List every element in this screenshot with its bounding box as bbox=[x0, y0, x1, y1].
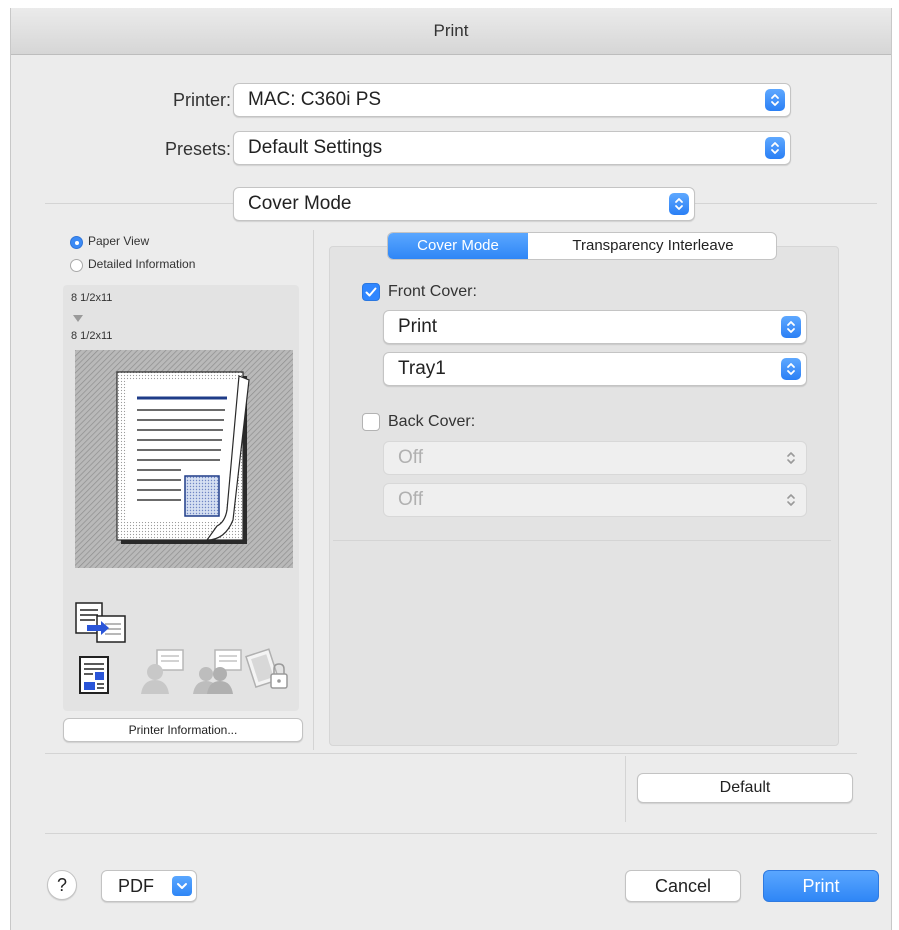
printer-value: MAC: C360i PS bbox=[248, 89, 382, 110]
users-message-icon bbox=[193, 648, 245, 699]
lower-separator bbox=[45, 753, 857, 754]
printer-select[interactable]: MAC: C360i PS bbox=[233, 83, 791, 117]
chevron-updown-icon bbox=[765, 137, 785, 159]
front-cover-tray-value: Tray1 bbox=[398, 358, 446, 379]
back-cover-tray-select[interactable]: Off bbox=[383, 483, 807, 517]
front-cover-tray-select[interactable]: Tray1 bbox=[383, 352, 807, 386]
back-cover-label: Back Cover: bbox=[388, 413, 476, 430]
paper-view-label: Paper View bbox=[88, 234, 150, 248]
printer-information-button[interactable]: Printer Information... bbox=[63, 718, 303, 742]
printer-label: Printer: bbox=[172, 90, 231, 110]
print-button[interactable]: Print bbox=[763, 870, 879, 902]
chevron-updown-icon bbox=[781, 489, 801, 511]
front-cover-mode-value: Print bbox=[398, 316, 438, 337]
chevron-updown-icon bbox=[781, 316, 801, 338]
presets-select[interactable]: Default Settings bbox=[233, 131, 791, 165]
pdf-menu-button[interactable]: PDF bbox=[101, 870, 197, 902]
page-preview bbox=[75, 350, 293, 568]
chevron-down-icon bbox=[172, 876, 192, 896]
tab-cover-mode[interactable]: Cover Mode bbox=[388, 233, 528, 259]
default-button[interactable]: Default bbox=[637, 773, 853, 803]
chevron-updown-icon bbox=[781, 358, 801, 380]
window-title: Print bbox=[11, 8, 891, 55]
front-cover-mode-select[interactable]: Print bbox=[383, 310, 807, 344]
back-cover-checkbox[interactable] bbox=[362, 413, 380, 431]
document-layout-icon bbox=[79, 656, 111, 701]
back-cover-mode-value: Off bbox=[398, 447, 423, 468]
section-select[interactable]: Cover Mode bbox=[233, 187, 695, 221]
help-button[interactable]: ? bbox=[47, 870, 77, 900]
chevron-updown-icon bbox=[765, 89, 785, 111]
print-dialog: Print Printer: MAC: C360i PS Presets: De… bbox=[10, 8, 892, 930]
footer-separator bbox=[45, 833, 877, 834]
chevron-updown-icon bbox=[669, 193, 689, 215]
tab-inner-separator bbox=[333, 540, 831, 541]
pdf-label: PDF bbox=[118, 876, 154, 896]
section-value: Cover Mode bbox=[248, 193, 352, 214]
front-cover-checkbox[interactable] bbox=[362, 283, 380, 301]
presets-value: Default Settings bbox=[248, 137, 383, 158]
arrow-down-icon bbox=[73, 310, 83, 328]
paper-view-radio[interactable] bbox=[70, 236, 83, 249]
secure-print-icon bbox=[243, 646, 293, 699]
paper-size-top: 8 1/2x11 bbox=[71, 292, 113, 304]
user-message-icon bbox=[139, 648, 187, 699]
document-transfer-icon bbox=[75, 602, 127, 649]
paper-size-bottom: 8 1/2x11 bbox=[71, 330, 113, 342]
detailed-info-radio[interactable] bbox=[70, 259, 83, 272]
front-cover-label: Front Cover: bbox=[388, 283, 477, 300]
pane-divider bbox=[313, 230, 314, 750]
tab-transparency-interleave[interactable]: Transparency Interleave bbox=[531, 233, 775, 259]
back-cover-mode-select[interactable]: Off bbox=[383, 441, 807, 475]
presets-label: Presets: bbox=[164, 139, 231, 159]
checkmark-icon bbox=[365, 287, 377, 297]
detailed-info-label: Detailed Information bbox=[88, 257, 196, 271]
cancel-button[interactable]: Cancel bbox=[625, 870, 741, 902]
default-divider bbox=[625, 756, 626, 822]
chevron-updown-icon bbox=[781, 447, 801, 469]
back-cover-tray-value: Off bbox=[398, 489, 423, 510]
